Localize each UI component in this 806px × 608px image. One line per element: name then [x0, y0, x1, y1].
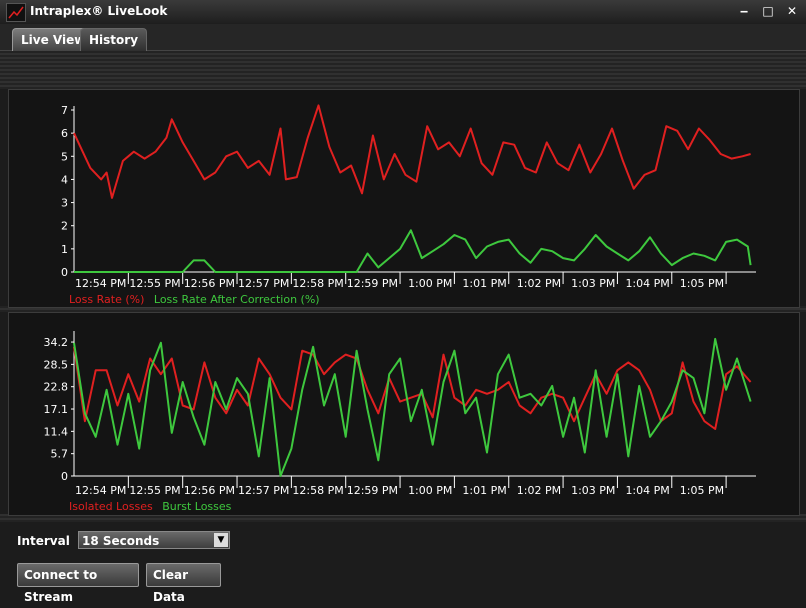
- legend-loss-rate: Loss Rate (%): [69, 293, 145, 306]
- loss-rate-chart-panel: 0 1 2 3 4 5 6 7 12:54 PM 12:55 PM 12:56 PM 12:57 PM…: [8, 89, 800, 308]
- x-tick-label: 12:55 PM: [129, 277, 180, 290]
- x-tick-label: 12:54 PM: [75, 484, 126, 497]
- app-logo-icon: [6, 3, 26, 22]
- x-tick-label: 1:00 PM: [408, 484, 452, 497]
- title-bar: Intraplex® LiveLook ‒ □ ✕: [0, 0, 806, 25]
- y-tick-label: 0: [61, 470, 68, 483]
- x-tick-label: 12:57 PM: [238, 484, 289, 497]
- x-tick-label: 1:03 PM: [571, 277, 615, 290]
- x-tick-label: 1:04 PM: [625, 484, 669, 497]
- window-title: Intraplex® LiveLook: [30, 4, 168, 18]
- x-tick-label: 1:01 PM: [462, 277, 506, 290]
- header-stripe: [0, 51, 806, 89]
- legend-burst-losses: Burst Losses: [162, 500, 232, 513]
- connect-to-stream-button[interactable]: Connect to Stream: [17, 563, 139, 604]
- x-tick-label: 12:58 PM: [292, 484, 343, 497]
- x-tick-label: 1:00 PM: [408, 277, 452, 290]
- maximize-icon[interactable]: □: [760, 3, 776, 19]
- y-tick-label: 3: [61, 197, 68, 210]
- y-tick-label: 17.1: [44, 403, 69, 416]
- x-tick-label: 12:59 PM: [347, 277, 398, 290]
- clear-data-button[interactable]: Clear Data: [146, 563, 221, 604]
- y-tick-label: 5: [61, 150, 68, 163]
- y-tick-label: 7: [61, 104, 68, 117]
- chevron-down-icon[interactable]: ▼: [214, 533, 228, 547]
- y-tick-label: 6: [61, 127, 68, 140]
- series-line-burst-losses: [73, 337, 752, 477]
- control-bar: Interval 18 Seconds ▼ Connect to Stream …: [0, 520, 806, 604]
- interval-value: 18 Seconds: [82, 534, 160, 548]
- interval-select[interactable]: 18 Seconds ▼: [78, 531, 230, 549]
- y-tick-label: 4: [61, 173, 68, 186]
- series-line-loss-rate: [73, 104, 751, 199]
- y-tick-label: 34.2: [44, 336, 69, 349]
- x-tick-label: 12:58 PM: [292, 277, 343, 290]
- legend-loss-rate-after-correction: Loss Rate After Correction (%): [153, 293, 320, 306]
- y-tick-label: 2: [61, 220, 68, 233]
- x-tick-label: 1:05 PM: [680, 484, 724, 497]
- losses-chart-panel: 0 5.7 11.4 17.1 22.8 28.5 34.2 12:54 PM 12:55 PM…: [8, 312, 800, 516]
- x-tick-label: 12:57 PM: [238, 277, 289, 290]
- x-tick-label: 1:01 PM: [462, 484, 506, 497]
- legend-isolated-losses: Isolated Losses: [69, 500, 153, 513]
- x-tick-label: 12:54 PM: [75, 277, 126, 290]
- y-tick-label: 5.7: [51, 448, 69, 461]
- loss-rate-chart: 0 1 2 3 4 5 6 7 12:54 PM 12:55 PM 12:56 PM 12:57 PM…: [61, 104, 756, 290]
- x-tick-label: 1:05 PM: [680, 277, 724, 290]
- chart-legend: Loss Rate (%) Loss Rate After Correction…: [69, 293, 320, 306]
- interval-label: Interval: [17, 534, 70, 548]
- tab-bar: Live View History: [0, 24, 806, 51]
- x-tick-label: 1:02 PM: [517, 277, 561, 290]
- y-tick-label: 28.5: [44, 358, 69, 371]
- y-tick-label: 22.8: [44, 381, 69, 394]
- minimize-icon[interactable]: ‒: [736, 3, 752, 19]
- series-line-loss-rate-after-correction: [74, 229, 752, 273]
- x-tick-label: 12:56 PM: [184, 484, 235, 497]
- tab-history[interactable]: History: [80, 28, 148, 51]
- y-tick-label: 1: [61, 243, 68, 256]
- x-tick-label: 1:03 PM: [571, 484, 615, 497]
- x-tick-label: 1:02 PM: [517, 484, 561, 497]
- x-tick-label: 1:04 PM: [625, 277, 669, 290]
- y-tick-label: 11.4: [44, 425, 69, 438]
- chart-legend: Isolated Losses Burst Losses: [69, 500, 231, 513]
- losses-chart: 0 5.7 11.4 17.1 22.8 28.5 34.2 12:54 PM 12:55 PM…: [44, 331, 756, 497]
- x-tick-label: 12:55 PM: [129, 484, 180, 497]
- x-tick-label: 12:59 PM: [347, 484, 398, 497]
- close-icon[interactable]: ✕: [784, 3, 800, 19]
- x-tick-label: 12:56 PM: [184, 277, 235, 290]
- y-tick-label: 0: [61, 266, 68, 279]
